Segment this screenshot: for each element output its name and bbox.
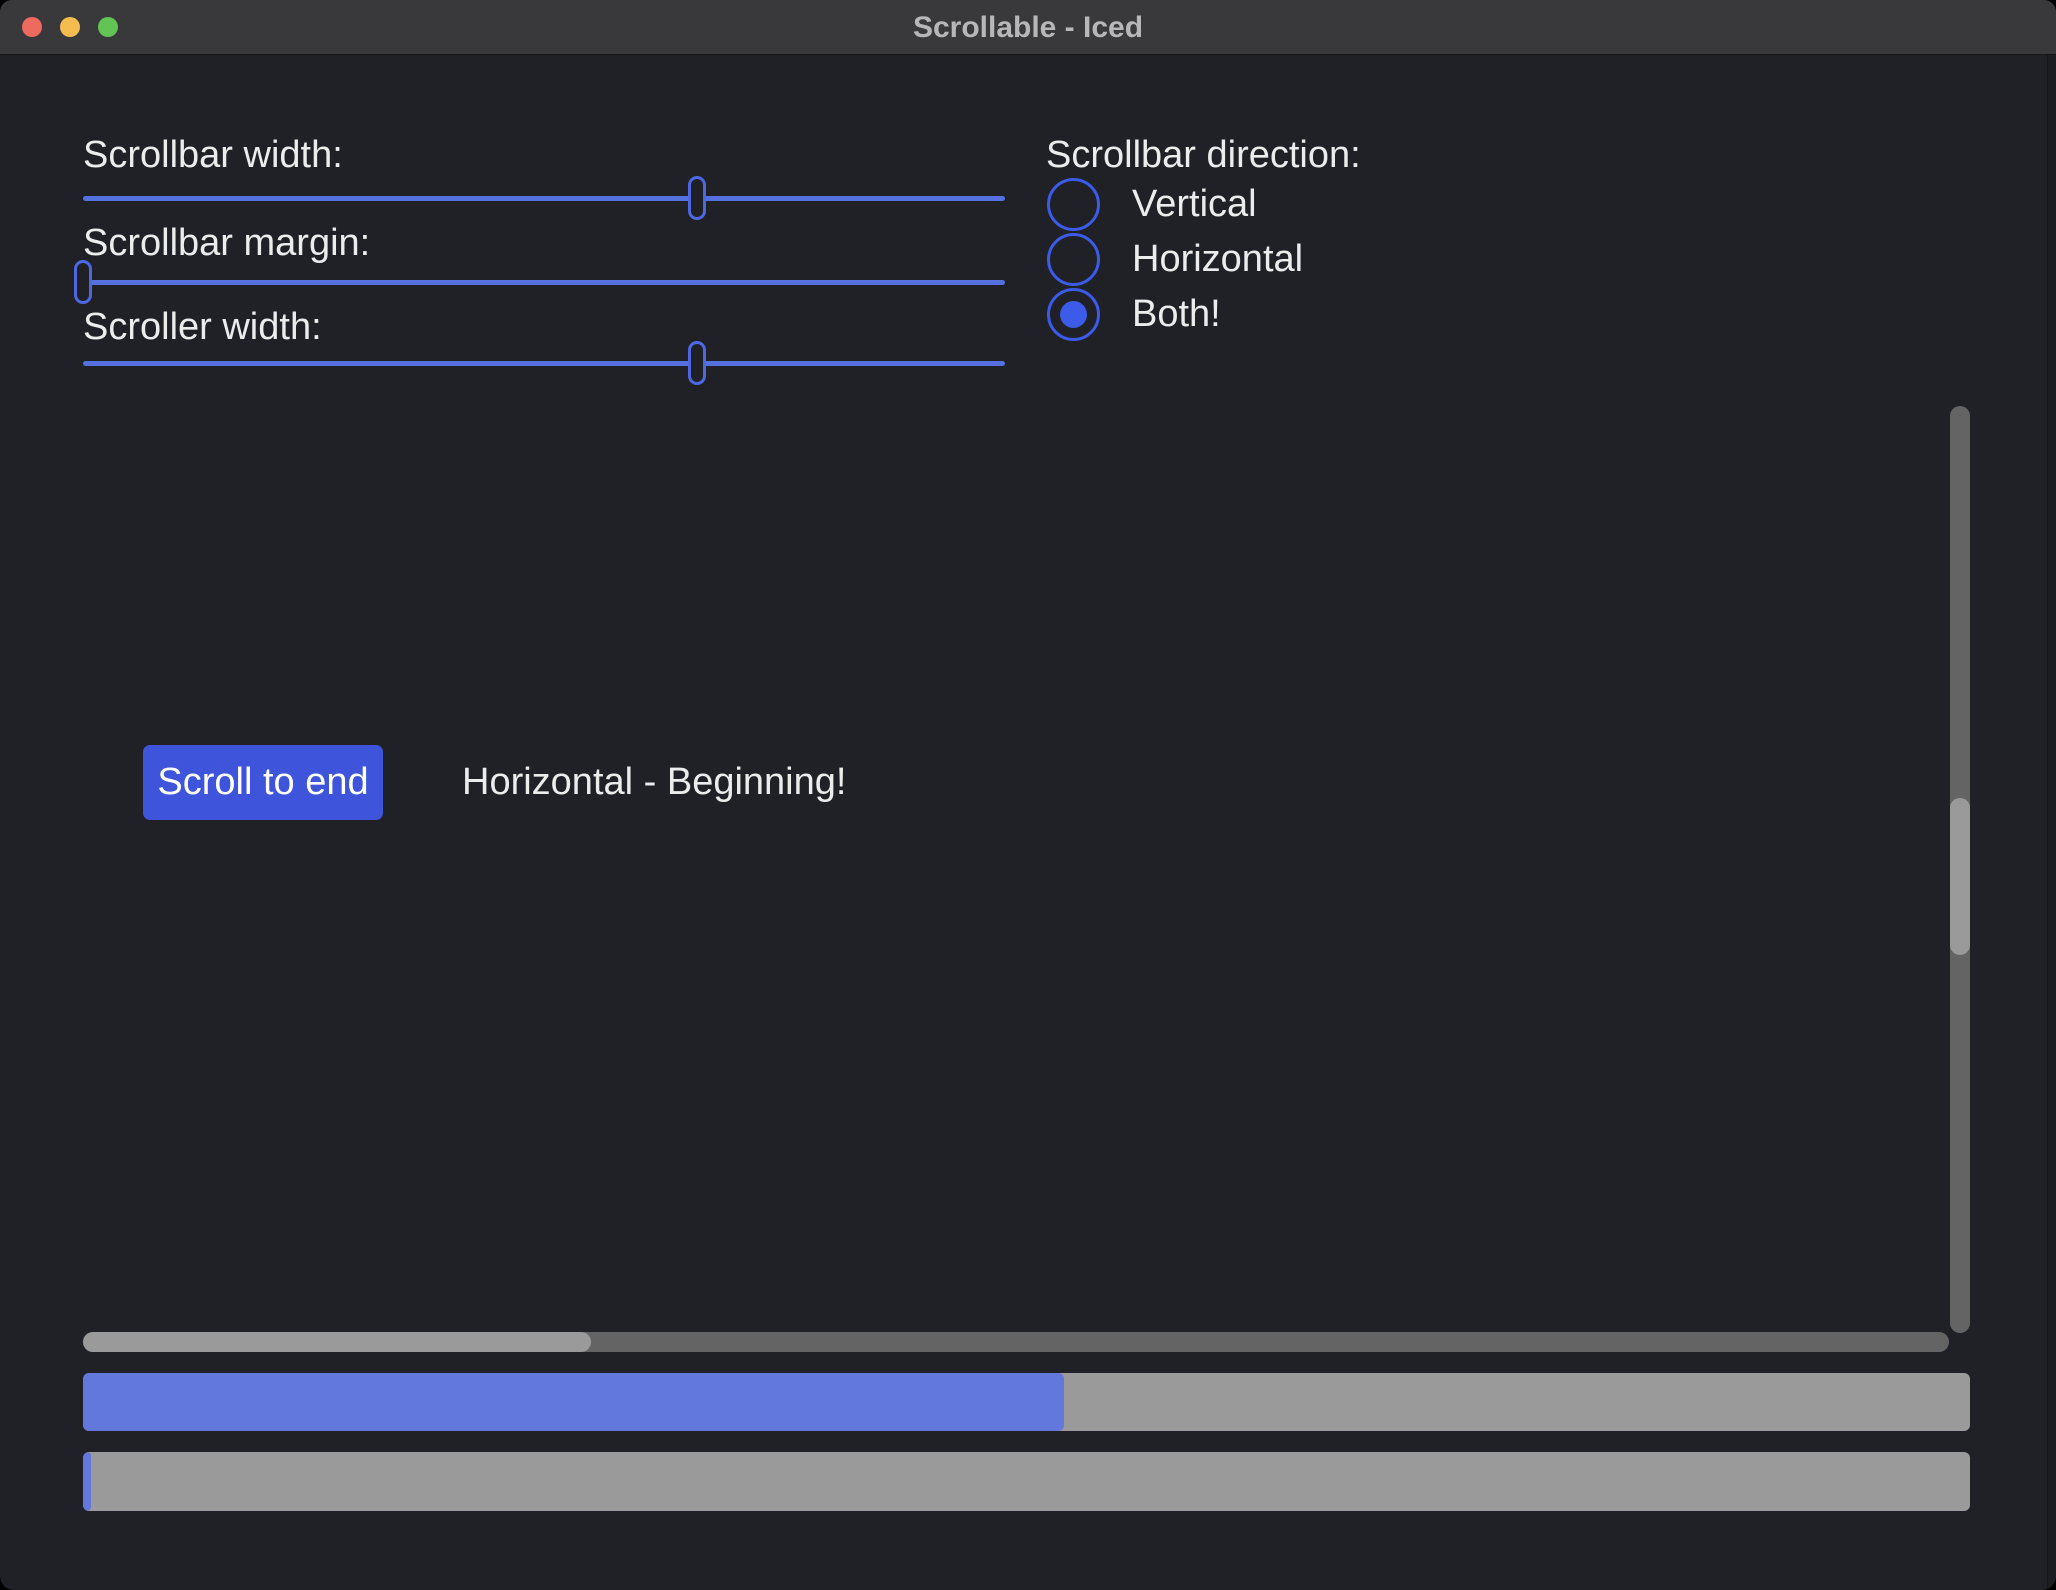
vertical-progress-bar — [83, 1452, 1970, 1511]
slider-handle[interactable] — [688, 176, 706, 220]
scrollbar-margin-label: Scrollbar margin: — [83, 222, 370, 265]
slider-handle[interactable] — [74, 260, 92, 304]
scrollbar-width-slider[interactable] — [83, 176, 1005, 220]
horizontal-scrollbar-thumb[interactable] — [83, 1332, 591, 1352]
radio-horizontal-label: Horizontal — [1132, 238, 1303, 281]
scrollbar-direction-label: Scrollbar direction: — [1046, 134, 1361, 177]
radio-both[interactable]: Both! — [1047, 288, 1221, 341]
progress-fill — [83, 1452, 91, 1511]
radio-circle-icon[interactable] — [1047, 178, 1100, 231]
vertical-scrollbar-thumb[interactable] — [1950, 798, 1970, 955]
app-window: Scrollable - Iced Scrollbar width: Scrol… — [0, 0, 2056, 1590]
window-title: Scrollable - Iced — [0, 0, 2056, 55]
slider-track[interactable] — [83, 196, 1005, 201]
scrollbar-width-label: Scrollbar width: — [83, 134, 343, 177]
radio-vertical[interactable]: Vertical — [1047, 178, 1257, 231]
radio-circle-icon[interactable] — [1047, 233, 1100, 286]
slider-track[interactable] — [83, 280, 1005, 285]
titlebar: Scrollable - Iced — [0, 0, 2056, 55]
radio-horizontal[interactable]: Horizontal — [1047, 233, 1303, 286]
horizontal-progress-bar — [83, 1373, 1970, 1431]
radio-dot-icon — [1060, 301, 1087, 328]
window-right-edge — [2047, 55, 2056, 1590]
horizontal-scrollbar-rail[interactable] — [83, 1332, 1949, 1352]
scroll-status-text: Horizontal - Beginning! — [462, 761, 846, 804]
radio-vertical-label: Vertical — [1132, 183, 1257, 226]
scroller-width-slider[interactable] — [83, 341, 1005, 385]
scroll-to-end-button[interactable]: Scroll to end — [143, 745, 383, 820]
radio-both-label: Both! — [1132, 293, 1221, 336]
slider-handle[interactable] — [688, 341, 706, 385]
slider-track[interactable] — [83, 361, 1005, 366]
scrollbar-margin-slider[interactable] — [83, 260, 1005, 304]
radio-circle-icon[interactable] — [1047, 288, 1100, 341]
progress-fill — [83, 1373, 1064, 1431]
vertical-scrollbar-rail[interactable] — [1950, 406, 1970, 1333]
